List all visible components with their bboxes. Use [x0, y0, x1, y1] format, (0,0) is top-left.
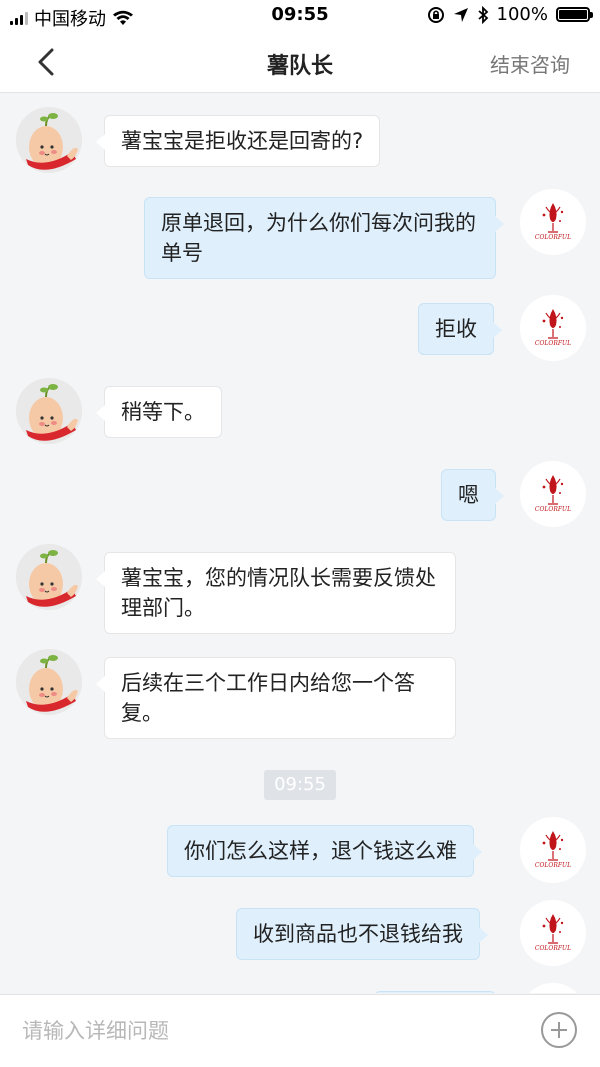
message-bubble-sent: 嗯	[441, 469, 504, 521]
add-icon[interactable]	[541, 1012, 577, 1048]
user-avatar: COLORFUL	[520, 817, 586, 883]
colorful-logo	[520, 900, 586, 966]
colorful-logo	[520, 983, 586, 993]
message-bubble-received: 后续在三个工作日内给您一个答复。	[96, 657, 456, 739]
end-consult-button[interactable]: 结束咨询	[490, 49, 570, 78]
chat-timestamp: 09:55	[264, 770, 336, 800]
support-avatar	[16, 649, 82, 715]
avatar-brand-text: COLORFUL	[534, 862, 572, 869]
user-avatar: COLORFUL	[520, 900, 586, 966]
status-bar: 中国移动 09:55 100%	[0, 0, 600, 32]
avatar-brand-text: COLORFUL	[534, 340, 572, 347]
rotation-lock-icon	[427, 6, 444, 23]
status-right: 100%	[427, 4, 593, 25]
message-bubble-sent-partial	[374, 991, 496, 993]
nav-bar: 薯队长 结束咨询	[0, 32, 600, 93]
avatar-brand-text: COLORFUL	[534, 945, 572, 952]
bluetooth-icon	[477, 5, 488, 24]
message-bubble-received: 薯宝宝，您的情况队长需要反馈处理部门。	[96, 552, 456, 634]
colorful-logo	[520, 295, 586, 361]
support-avatar	[16, 107, 82, 173]
message-bubble-sent: 你们怎么这样，退个钱这么难	[167, 825, 482, 877]
chat-area[interactable]: 薯宝宝是拒收还是回寄的? COLORFUL 原单退回，为什么你们每次问我的单号 …	[0, 93, 600, 993]
question-input[interactable]	[20, 1009, 504, 1053]
colorful-logo	[520, 189, 586, 255]
user-avatar: COLORFUL	[520, 461, 586, 527]
message-bubble-sent: 拒收	[418, 303, 502, 355]
support-avatar	[16, 544, 82, 610]
user-avatar	[520, 983, 586, 993]
battery-icon	[556, 7, 593, 22]
user-avatar: COLORFUL	[520, 189, 586, 255]
user-avatar: COLORFUL	[520, 295, 586, 361]
colorful-logo	[520, 817, 586, 883]
avatar-brand-text: COLORFUL	[534, 506, 572, 513]
location-icon	[453, 7, 468, 22]
colorful-logo	[520, 461, 586, 527]
battery-percent: 100%	[496, 4, 548, 25]
avatar-brand-text: COLORFUL	[534, 234, 572, 241]
support-avatar	[16, 378, 82, 444]
message-bubble-received: 稍等下。	[96, 386, 222, 438]
input-bar	[0, 994, 600, 1067]
message-bubble-sent: 原单退回，为什么你们每次问我的单号	[144, 197, 504, 279]
message-bubble-sent: 收到商品也不退钱给我	[236, 908, 488, 960]
message-bubble-received: 薯宝宝是拒收还是回寄的?	[95, 115, 381, 167]
